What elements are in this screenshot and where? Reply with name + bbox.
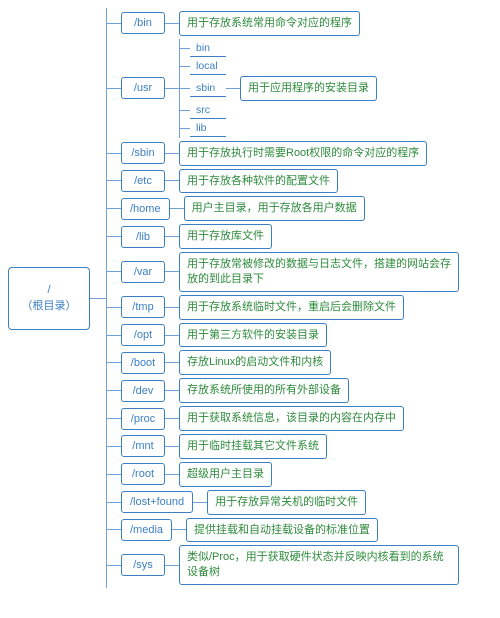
dir-desc: 用于临时挂载其它文件系统	[179, 434, 327, 459]
dir-node-usr: /usr	[121, 77, 165, 99]
dir-row: /tmp 用于存放系统临时文件，重启后会删除文件	[107, 295, 459, 320]
dir-row: /media 提供挂载和自动挂载设备的标准位置	[107, 518, 459, 543]
dir-desc: 存放Linux的启动文件和内核	[179, 350, 331, 375]
dir-desc: 超级用户主目录	[179, 462, 272, 487]
linux-fs-diagram: / （根目录） /bin 用于存放系统常用命令对应的程序 /usr bin lo…	[8, 8, 492, 588]
hconn	[165, 565, 179, 566]
hconn	[165, 236, 179, 237]
dir-node-boot: /boot	[121, 352, 165, 374]
dir-node-mnt: /mnt	[121, 435, 165, 457]
dir-row: /lib 用于存放库文件	[107, 224, 459, 249]
dir-row: /opt 用于第三方软件的安装目录	[107, 323, 459, 348]
usr-sub-item: bin	[180, 40, 377, 57]
dir-desc: 类似/Proc，用于获取硬件状态并反映内核看到的系统设备树	[179, 545, 459, 585]
dir-node-bin: /bin	[121, 12, 165, 34]
dir-row-usr: /usr bin local sbin 用于应用程序的安装目录 src lib	[107, 39, 459, 138]
hconn	[165, 180, 179, 181]
dir-node-dev: /dev	[121, 380, 165, 402]
hconn	[165, 23, 179, 24]
dir-desc: 用于存放系统临时文件，重启后会删除文件	[179, 295, 404, 320]
dir-node-tmp: /tmp	[121, 296, 165, 318]
children-column: /bin 用于存放系统常用命令对应的程序 /usr bin local sbin…	[106, 8, 459, 588]
dir-node-etc: /etc	[121, 170, 165, 192]
dir-desc: 用户主目录，用于存放各用户数据	[184, 196, 365, 221]
dir-desc: 用于第三方软件的安装目录	[179, 323, 327, 348]
usr-leaf-sbin: sbin	[190, 80, 226, 97]
dir-desc: 存放系统所使用的所有外部设备	[179, 378, 349, 403]
dir-node-opt: /opt	[121, 324, 165, 346]
dir-row: /mnt 用于临时挂载其它文件系统	[107, 434, 459, 459]
dir-desc: 用于存放异常关机的临时文件	[207, 490, 366, 515]
hconn	[226, 88, 240, 89]
dir-row: /etc 用于存放各种软件的配置文件	[107, 169, 459, 194]
usr-sub-item: local	[180, 58, 377, 75]
dir-node-root: /root	[121, 463, 165, 485]
usr-leaf-src: src	[190, 102, 226, 119]
dir-row: /proc 用于获取系统信息，该目录的内容在内存中	[107, 406, 459, 431]
dir-row: /sys 类似/Proc，用于获取硬件状态并反映内核看到的系统设备树	[107, 545, 459, 585]
hconn	[165, 474, 179, 475]
usr-leaf-lib: lib	[190, 120, 226, 137]
usr-sub-item: sbin 用于应用程序的安装目录	[180, 76, 377, 101]
usr-leaf-local: local	[190, 58, 226, 75]
dir-node-sys: /sys	[121, 554, 165, 576]
dir-node-proc: /proc	[121, 408, 165, 430]
dir-node-lostfound: /lost+found	[121, 491, 193, 513]
root-slash: /	[19, 282, 79, 299]
usr-subtree: bin local sbin 用于应用程序的安装目录 src lib	[179, 39, 377, 138]
dir-desc: 用于存放系统常用命令对应的程序	[179, 11, 360, 36]
dir-node-lib: /lib	[121, 226, 165, 248]
hconn	[165, 271, 179, 272]
dir-desc: 用于存放常被修改的数据与日志文件，搭建的网站会存放的到此目录下	[179, 252, 459, 292]
dir-desc: 用于获取系统信息，该目录的内容在内存中	[179, 406, 404, 431]
usr-sub-item: lib	[180, 120, 377, 137]
usr-sub-list: bin local sbin 用于应用程序的安装目录 src lib	[179, 39, 377, 138]
hconn	[165, 390, 179, 391]
dir-desc: 用于存放库文件	[179, 224, 272, 249]
hconn	[165, 153, 179, 154]
dir-desc: 提供挂载和自动挂载设备的标准位置	[186, 518, 378, 543]
dir-row: /root 超级用户主目录	[107, 462, 459, 487]
dir-row: /dev 存放系统所使用的所有外部设备	[107, 378, 459, 403]
hconn	[165, 446, 179, 447]
hconn	[165, 88, 179, 89]
dir-row: /bin 用于存放系统常用命令对应的程序	[107, 11, 459, 36]
root-connector	[90, 298, 106, 299]
hconn	[172, 529, 186, 530]
root-label: （根目录）	[19, 298, 79, 315]
hconn	[165, 362, 179, 363]
usr-leaf-bin: bin	[190, 40, 226, 57]
hconn	[165, 307, 179, 308]
dir-node-var: /var	[121, 261, 165, 283]
dir-row: /home 用户主目录，用于存放各用户数据	[107, 196, 459, 221]
dir-row: /lost+found 用于存放异常关机的临时文件	[107, 490, 459, 515]
dir-row: /sbin 用于存放执行时需要Root权限的命令对应的程序	[107, 141, 459, 166]
root-node: / （根目录）	[8, 267, 90, 330]
usr-desc: 用于应用程序的安装目录	[240, 76, 377, 101]
dir-desc: 用于存放各种软件的配置文件	[179, 169, 338, 194]
dir-node-sbin: /sbin	[121, 142, 165, 164]
dir-row: /var 用于存放常被修改的数据与日志文件，搭建的网站会存放的到此目录下	[107, 252, 459, 292]
hconn	[165, 335, 179, 336]
usr-sub-item: src	[180, 102, 377, 119]
dir-node-media: /media	[121, 519, 172, 541]
dir-node-home: /home	[121, 198, 170, 220]
hconn	[165, 418, 179, 419]
dir-row: /boot 存放Linux的启动文件和内核	[107, 350, 459, 375]
dir-desc: 用于存放执行时需要Root权限的命令对应的程序	[179, 141, 427, 166]
hconn	[170, 208, 184, 209]
hconn	[193, 502, 207, 503]
usr-desc-wrap: 用于应用程序的安装目录	[226, 76, 377, 101]
